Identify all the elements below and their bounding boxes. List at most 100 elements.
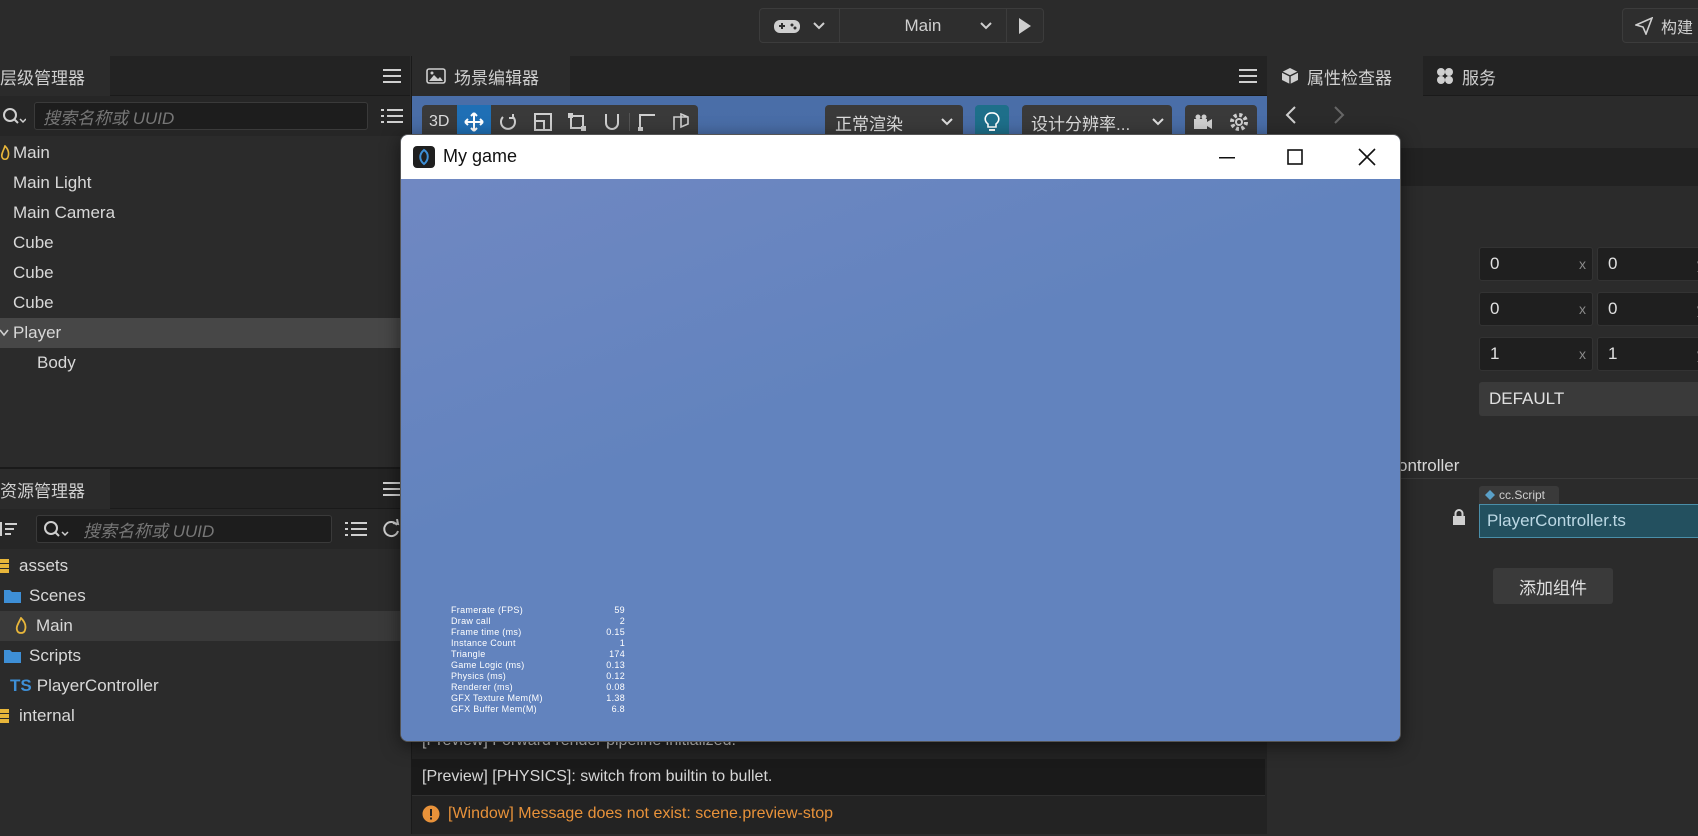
gear-icon[interactable]: [1229, 112, 1249, 132]
script-asset-field[interactable]: PlayerController.ts: [1479, 504, 1698, 538]
preview-window: My game Framerate (FPS) 59 Draw call 2 Frame…: [400, 134, 1401, 742]
rect-icon: [568, 113, 587, 131]
tree-node-label: Cube: [13, 263, 54, 282]
stat-label: GFX Texture Mem(M): [451, 693, 543, 703]
rotation-y-field[interactable]: 0y: [1597, 292, 1698, 326]
scene-flame-icon: [0, 145, 10, 161]
stat-value: 59: [614, 605, 625, 615]
axis-label: x: [1579, 301, 1586, 317]
local-global-button[interactable]: [664, 113, 699, 131]
stat-label: Triangle: [451, 649, 486, 659]
tree-node-cube[interactable]: Cube: [0, 258, 400, 288]
tab-scene-editor[interactable]: 场景编辑器: [412, 56, 570, 96]
platform-select[interactable]: [760, 9, 840, 42]
tree-node-body[interactable]: Body: [0, 348, 400, 378]
tree-node-label: Body: [37, 353, 76, 372]
scene-editor-menu-icon[interactable]: [1239, 69, 1257, 83]
hierarchy-search-bar: 搜索名称或 UUID: [0, 96, 410, 136]
scene-flame-icon: [15, 617, 27, 634]
scale-x-field[interactable]: 1x: [1479, 337, 1593, 371]
scale-y-field[interactable]: 1y: [1597, 337, 1698, 371]
field-value: 0: [1608, 254, 1618, 273]
position-y-field[interactable]: 0y: [1597, 247, 1698, 281]
play-button[interactable]: [1007, 9, 1043, 42]
stat-value: 0.12: [606, 671, 625, 681]
list-view-icon[interactable]: [381, 107, 403, 125]
asset-item-player-controller[interactable]: TS PlayerController: [0, 671, 400, 701]
mode-3d-toggle[interactable]: 3D: [422, 113, 457, 131]
hierarchy-panel: 层级管理器 搜索名称或 UUID Main Main Light Main Ca…: [0, 56, 410, 466]
stat-value: 0.13: [606, 660, 625, 670]
pivot-button[interactable]: [629, 113, 664, 131]
assets-search-input[interactable]: 搜索名称或 UUID: [36, 515, 332, 543]
tree-node-main-light[interactable]: Main Light: [0, 168, 400, 198]
inspector-tab-label: 属性检查器: [1307, 68, 1392, 88]
tab-hierarchy[interactable]: 层级管理器: [0, 56, 110, 96]
position-x-field[interactable]: 0x: [1479, 247, 1593, 281]
sort-icon[interactable]: [0, 520, 20, 538]
search-icon: [44, 521, 69, 537]
build-label: 构建: [1661, 19, 1694, 37]
database-icon: [0, 559, 9, 573]
preview-controls: Main: [759, 8, 1044, 43]
script-type-label: cc.Script: [1499, 488, 1546, 502]
maximize-icon[interactable]: [1287, 149, 1303, 165]
gamepad-icon: [774, 19, 801, 33]
asset-item-scripts[interactable]: Scripts: [0, 641, 400, 671]
asset-item-internal[interactable]: internal: [0, 701, 400, 731]
snap-tool-button[interactable]: [595, 113, 630, 131]
tab-services[interactable]: 服务: [1424, 56, 1524, 96]
add-component-button[interactable]: 添加组件: [1493, 568, 1613, 604]
console-warning-line: [Window] Message does not exist: scene.p…: [412, 795, 1265, 831]
tree-node-cube[interactable]: Cube: [0, 228, 400, 258]
tab-assets[interactable]: 资源管理器: [0, 469, 110, 509]
stat-value: 0.08: [606, 682, 625, 692]
field-value: 1: [1490, 344, 1500, 363]
asset-item-main-scene[interactable]: Main: [0, 611, 400, 641]
asset-label: internal: [19, 706, 75, 725]
rect-tool-button[interactable]: [560, 113, 595, 131]
asset-item-assets[interactable]: assets: [0, 551, 400, 581]
rotate-icon: [500, 114, 517, 130]
camera-icon[interactable]: [1193, 114, 1213, 130]
tree-node-player[interactable]: Player: [0, 318, 400, 348]
hierarchy-search-input[interactable]: 搜索名称或 UUID: [34, 102, 368, 130]
list-view-icon[interactable]: [345, 520, 367, 538]
forward-arrow-icon[interactable]: [1333, 106, 1345, 124]
stat-row: Game Logic (ms) 0.13: [451, 660, 625, 671]
rotation-x-field[interactable]: 0x: [1479, 292, 1593, 326]
scene-select[interactable]: Main: [840, 9, 1008, 42]
stat-row: Draw call 2: [451, 616, 625, 627]
asset-item-scenes[interactable]: Scenes: [0, 581, 400, 611]
axis-label: x: [1579, 346, 1586, 362]
stat-row: Framerate (FPS) 59: [451, 605, 625, 616]
tree-node-main-camera[interactable]: Main Camera: [0, 198, 400, 228]
tab-inspector[interactable]: 属性检查器: [1267, 56, 1423, 96]
assets-menu-icon[interactable]: [383, 482, 401, 496]
axis-label: x: [1579, 256, 1586, 272]
search-icon[interactable]: [2, 107, 26, 125]
stat-row: GFX Texture Mem(M) 1.38: [451, 693, 625, 704]
back-arrow-icon[interactable]: [1285, 106, 1297, 124]
close-icon[interactable]: [1358, 148, 1376, 166]
services-tab-label: 服务: [1462, 68, 1496, 88]
build-button[interactable]: 构建: [1622, 8, 1698, 43]
layer-select[interactable]: DEFAULT: [1479, 382, 1698, 416]
hierarchy-menu-icon[interactable]: [383, 69, 401, 83]
scale-icon: [533, 113, 552, 131]
refresh-icon[interactable]: [381, 519, 401, 539]
top-toolbar: Main 构建: [0, 0, 1698, 50]
tree-node-main[interactable]: Main: [0, 138, 400, 168]
diamond-icon: [1485, 490, 1495, 500]
chevron-down-icon[interactable]: [0, 329, 10, 337]
scale-tool-button[interactable]: [526, 113, 561, 131]
field-value: 1: [1608, 344, 1618, 363]
minimize-icon[interactable]: [1219, 149, 1235, 165]
rotate-tool-button[interactable]: [491, 113, 526, 131]
game-canvas[interactable]: Framerate (FPS) 59 Draw call 2 Frame time (m…: [401, 179, 1400, 741]
play-icon: [1019, 17, 1032, 34]
stat-label: Physics (ms): [451, 671, 507, 681]
layer-value: DEFAULT: [1489, 389, 1565, 408]
cube-icon: [1281, 68, 1299, 84]
tree-node-cube[interactable]: Cube: [0, 288, 400, 318]
